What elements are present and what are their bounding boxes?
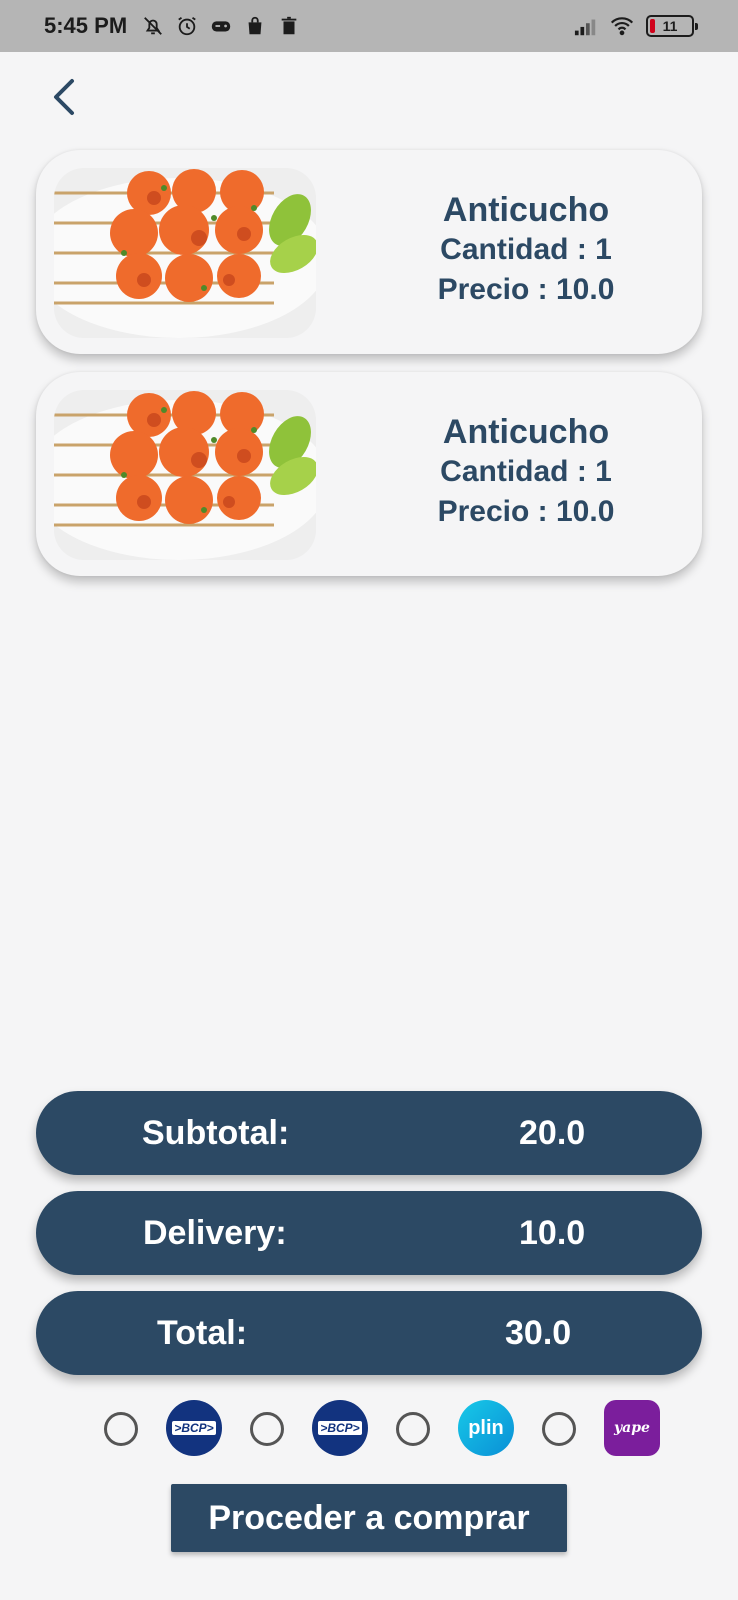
item-name: Anticucho: [442, 191, 610, 229]
item-price: Precio : 10.0: [437, 273, 615, 306]
trash-icon: [277, 14, 301, 38]
bcp-logo-icon[interactable]: >BCP>: [166, 1400, 222, 1456]
yape-logo-icon[interactable]: yape: [604, 1400, 660, 1456]
item-name: Anticucho: [442, 413, 610, 451]
back-button[interactable]: [44, 74, 84, 120]
wifi-icon: [610, 14, 634, 38]
battery-level: 11: [662, 18, 678, 34]
signal-icon: [574, 14, 598, 38]
item-quantity: Cantidad : 1: [440, 233, 612, 266]
payment-radio-plin[interactable]: [396, 1412, 430, 1446]
shopping-bag-icon: [243, 14, 267, 38]
total-bar: Total: 30.0: [36, 1291, 702, 1375]
plin-logo-icon[interactable]: plin: [458, 1400, 514, 1456]
delivery-value: 10.0: [519, 1214, 586, 1252]
status-icons-left: [141, 14, 301, 38]
game-controller-icon: [209, 14, 233, 38]
alarm-icon: [175, 14, 199, 38]
bcp-logo-icon[interactable]: >BCP>: [312, 1400, 368, 1456]
item-info: Anticucho Cantidad : 1 Precio : 10.0: [376, 412, 676, 532]
battery-icon: 11: [646, 15, 698, 37]
cart-item[interactable]: Anticucho Cantidad : 1 Precio : 10.0: [36, 150, 702, 354]
cart-item[interactable]: Anticucho Cantidad : 1 Precio : 10.0: [36, 372, 702, 576]
subtotal-bar: Subtotal: 20.0: [36, 1091, 702, 1175]
item-image: [54, 390, 316, 560]
status-time: 5:45 PM: [44, 13, 128, 38]
payment-radio-bcp-2[interactable]: [250, 1412, 284, 1446]
proceed-to-buy-button[interactable]: Proceder a comprar: [171, 1484, 567, 1552]
item-image: [54, 168, 316, 338]
payment-radio-bcp-1[interactable]: [104, 1412, 138, 1446]
item-info: Anticucho Cantidad : 1 Precio : 10.0: [376, 190, 676, 310]
item-quantity: Cantidad : 1: [440, 455, 612, 488]
chevron-left-icon: [54, 79, 74, 115]
shrimp-skewers-image: [54, 168, 316, 338]
delivery-bar: Delivery: 10.0: [36, 1191, 702, 1275]
payment-radio-yape[interactable]: [542, 1412, 576, 1446]
subtotal-value: 20.0: [519, 1114, 586, 1152]
item-price: Precio : 10.0: [437, 495, 615, 528]
delivery-label: Delivery:: [143, 1214, 287, 1252]
payment-options: >BCP> >BCP> plin yape: [100, 1400, 660, 1456]
bell-off-icon: [141, 14, 165, 38]
shrimp-skewers-image: [54, 390, 316, 560]
subtotal-label: Subtotal:: [142, 1114, 290, 1152]
status-icons-right: 11: [574, 14, 698, 38]
status-bar: 5:45 PM 11: [0, 0, 738, 52]
total-value: 30.0: [505, 1314, 572, 1352]
total-label: Total:: [157, 1314, 248, 1352]
